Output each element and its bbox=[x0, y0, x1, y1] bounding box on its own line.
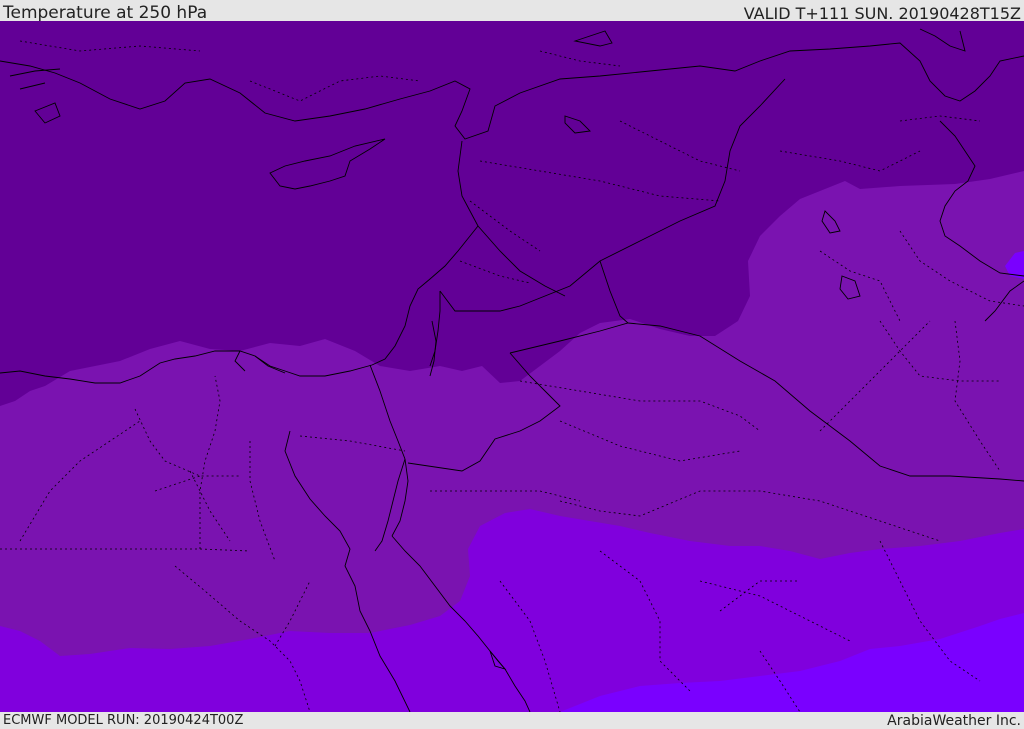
credit-label: ArabiaWeather Inc. bbox=[887, 713, 1021, 729]
footer-bar: ECMWF MODEL RUN: 20190424T00Z ArabiaWeat… bbox=[0, 712, 1024, 729]
map-title: Temperature at 250 hPa bbox=[3, 3, 208, 23]
temperature-map[interactable] bbox=[0, 21, 1024, 712]
model-run-label: ECMWF MODEL RUN: 20190424T00Z bbox=[3, 713, 244, 728]
header-bar: Temperature at 250 hPa VALID T+111 SUN. … bbox=[0, 0, 1024, 23]
